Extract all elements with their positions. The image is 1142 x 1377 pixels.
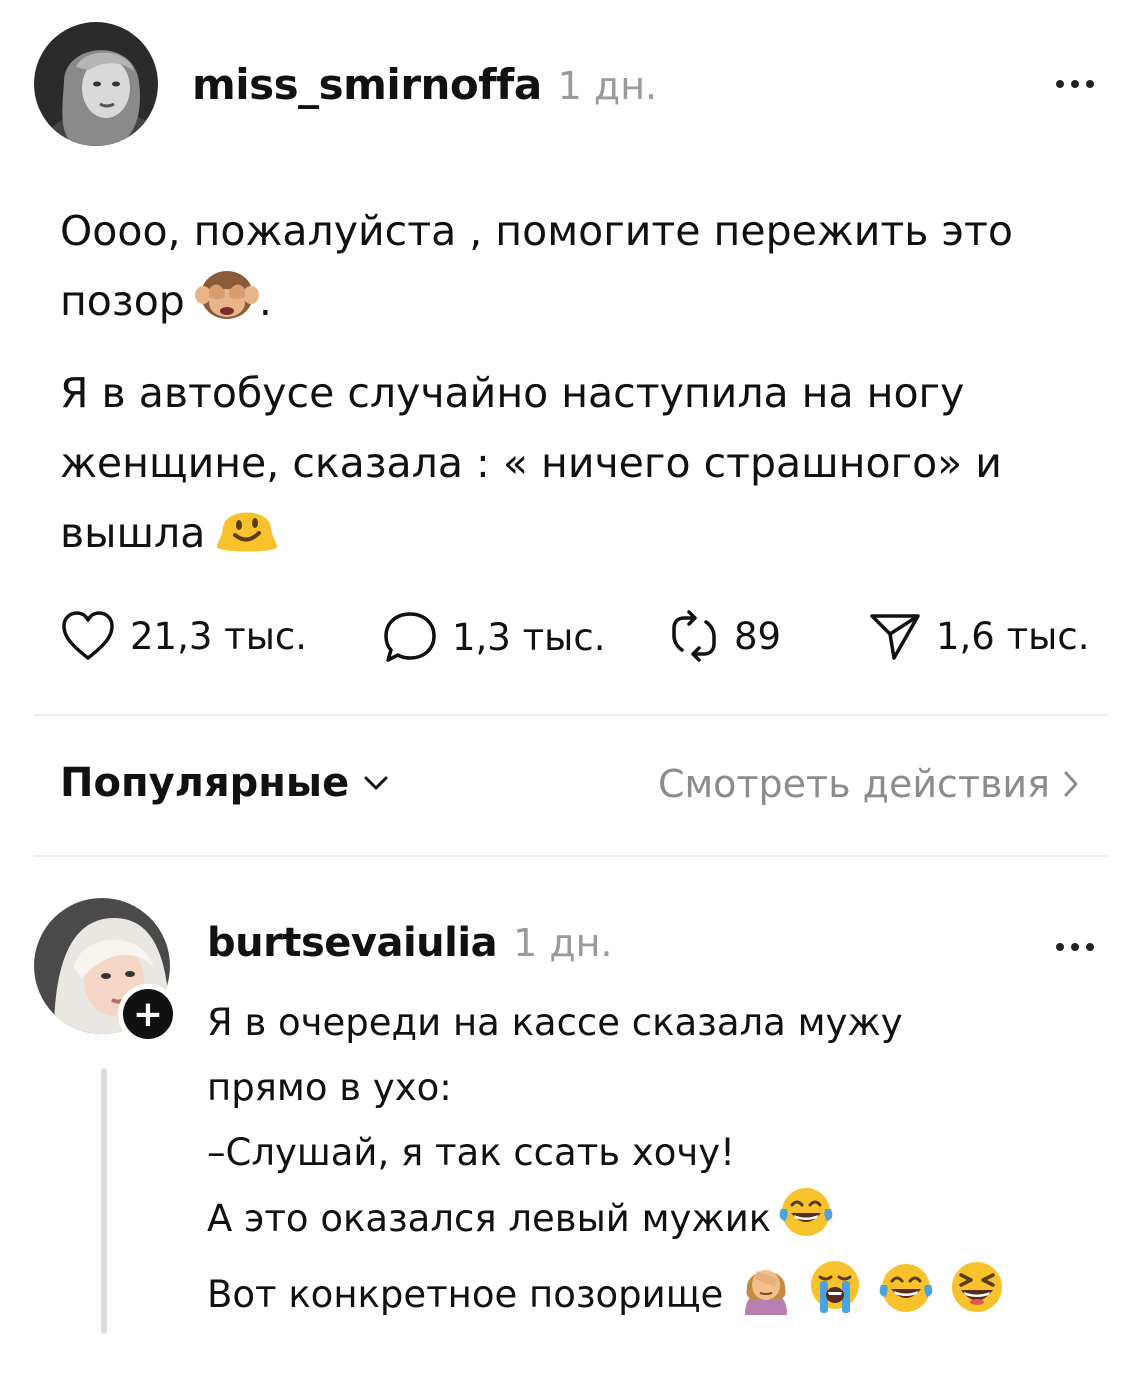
post-paragraph-2: Я в автобусе случайно наступила на ногу …: [60, 358, 1080, 576]
post-author-name[interactable]: miss_smirnoffa: [192, 60, 542, 109]
sort-dropdown[interactable]: Популярные: [60, 760, 391, 806]
loudly-crying-face-icon: [807, 1259, 863, 1335]
comment-timestamp: 1 дн.: [513, 921, 613, 965]
face-with-tears-of-joy-icon: [777, 1185, 835, 1259]
follow-button[interactable]: +: [118, 984, 178, 1044]
repost-icon: [672, 610, 716, 662]
share-count: 1,6 тыс.: [936, 614, 1090, 658]
comment-line: прямо в ухо:: [207, 1066, 452, 1109]
author-avatar[interactable]: [34, 22, 158, 146]
chevron-right-icon: [1064, 771, 1078, 797]
comment-more-options-icon[interactable]: [1056, 943, 1094, 951]
divider: [34, 855, 1108, 857]
post-more-options-icon[interactable]: [1056, 80, 1094, 88]
face-with-tears-of-joy-icon: [877, 1261, 935, 1335]
see-no-evil-monkey-icon: [194, 267, 259, 344]
reply-thread-line: [101, 1068, 107, 1334]
comment-line: –Слушай, я так ссать хочу!: [207, 1131, 735, 1174]
comment-line: Я в очереди на кассе сказала мужу: [207, 1001, 903, 1044]
reply-button[interactable]: 1,3 тыс.: [382, 610, 605, 664]
view-activity-label: Смотреть действия: [657, 762, 1050, 806]
post-paragraph-1: Оооо, пожалуйста , помогите пережить это…: [60, 196, 1080, 344]
repost-button[interactable]: 89: [668, 610, 781, 662]
heart-icon: [62, 611, 114, 660]
share-button[interactable]: 1,6 тыс.: [868, 610, 1089, 662]
reply-count: 1,3 тыс.: [452, 615, 606, 659]
comment-author-name[interactable]: burtsevaiulia: [207, 920, 498, 966]
post-timestamp: 1 дн.: [557, 64, 658, 108]
comment-body: Я в очереди на кассе сказала мужу прямо …: [207, 990, 1087, 1335]
plus-icon: +: [132, 993, 164, 1035]
divider: [34, 714, 1108, 716]
melting-face-icon: [215, 499, 279, 576]
speech-bubble-icon: [384, 612, 436, 662]
view-activity-link[interactable]: Смотреть действия: [658, 762, 1082, 806]
repost-count: 89: [734, 614, 782, 658]
comment-line: А это оказался левый мужик: [207, 1185, 1087, 1259]
woman-facepalming-icon: [739, 1259, 793, 1335]
post-body: Оооо, пожалуйста , помогите пережить это…: [60, 196, 1080, 576]
sort-label: Популярные: [60, 760, 350, 806]
like-count: 21,3 тыс.: [130, 614, 308, 658]
send-icon: [870, 614, 920, 660]
grinning-squinting-face-icon: [949, 1259, 1005, 1335]
chevron-down-icon: [364, 776, 388, 790]
comment-line: Вот конкретное позорище: [207, 1259, 1087, 1335]
like-button[interactable]: 21,3 тыс.: [60, 610, 307, 662]
